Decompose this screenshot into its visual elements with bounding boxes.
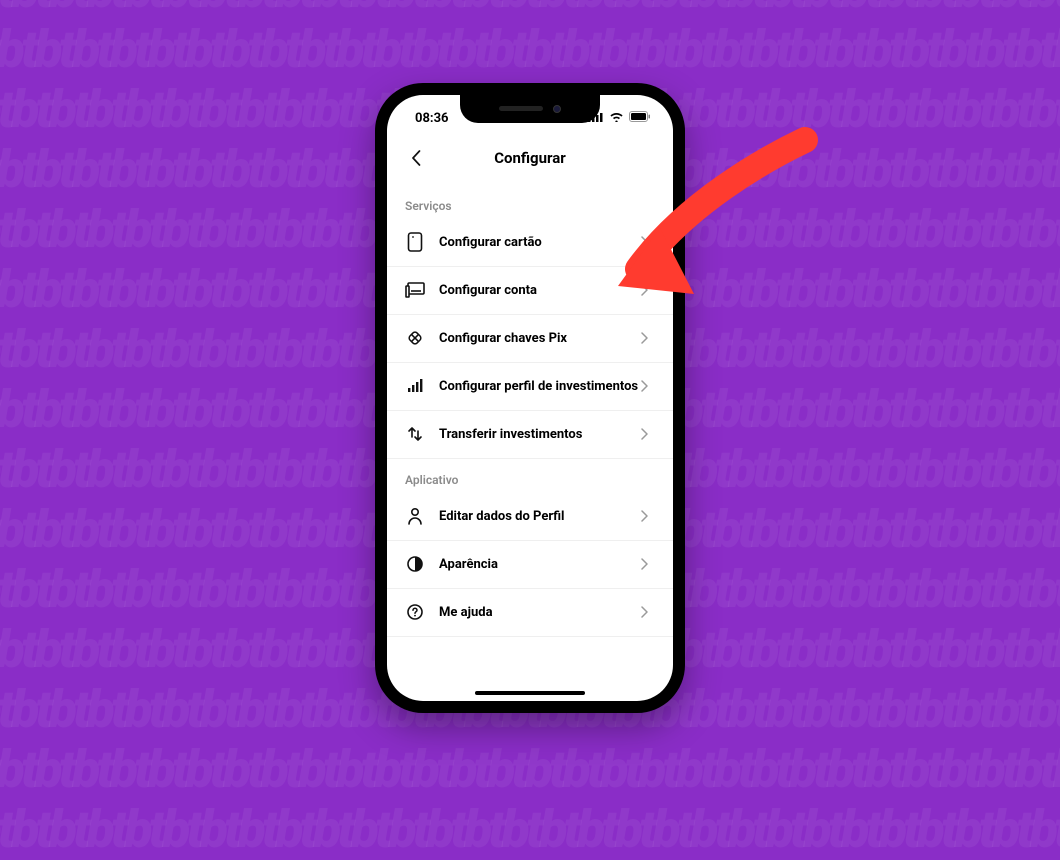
row-me-ajuda[interactable]: Me ajuda (387, 589, 673, 637)
back-button[interactable] (401, 143, 431, 173)
row-label: Editar dados do Perfil (439, 509, 641, 524)
chevron-right-icon (641, 283, 655, 297)
row-configurar-pix[interactable]: Configurar chaves Pix (387, 315, 673, 363)
phone-notch (460, 95, 600, 123)
row-label: Configurar conta (439, 283, 641, 298)
row-label: Aparência (439, 557, 641, 572)
chevron-left-icon (411, 150, 421, 166)
content: Serviços Configurar cartão Configurar co… (387, 181, 673, 637)
battery-icon (629, 111, 651, 126)
person-icon (405, 506, 425, 526)
card-icon (405, 232, 425, 252)
chevron-right-icon (641, 331, 655, 345)
wifi-icon (609, 111, 624, 126)
chevron-right-icon (641, 379, 655, 393)
row-editar-perfil[interactable]: Editar dados do Perfil (387, 493, 673, 541)
page-title: Configurar (494, 149, 566, 167)
row-label: Me ajuda (439, 605, 641, 620)
chevron-right-icon (641, 235, 655, 249)
pix-icon (405, 328, 425, 348)
row-label: Configurar cartão (439, 235, 641, 250)
row-configurar-cartao[interactable]: Configurar cartão (387, 219, 673, 267)
row-label: Configurar perfil de investimentos (439, 379, 641, 394)
account-icon (405, 280, 425, 300)
row-perfil-investimentos[interactable]: Configurar perfil de investimentos (387, 363, 673, 411)
chevron-right-icon (641, 557, 655, 571)
phone-frame: 08:36 Configurar (375, 83, 685, 713)
phone-screen: 08:36 Configurar (387, 95, 673, 701)
row-configurar-conta[interactable]: Configurar conta (387, 267, 673, 315)
home-indicator (475, 691, 585, 695)
section-header-servicos: Serviços (387, 185, 673, 219)
help-icon (405, 602, 425, 622)
section-header-aplicativo: Aplicativo (387, 459, 673, 493)
nav-bar: Configurar (387, 135, 673, 181)
chevron-right-icon (641, 509, 655, 523)
transfer-icon (405, 424, 425, 444)
row-transferir-investimentos[interactable]: Transferir investimentos (387, 411, 673, 459)
row-label: Transferir investimentos (439, 427, 641, 442)
status-time: 08:36 (409, 111, 449, 126)
chevron-right-icon (641, 427, 655, 441)
bars-icon (405, 376, 425, 396)
appearance-icon (405, 554, 425, 574)
row-label: Configurar chaves Pix (439, 331, 641, 346)
row-aparencia[interactable]: Aparência (387, 541, 673, 589)
chevron-right-icon (641, 605, 655, 619)
